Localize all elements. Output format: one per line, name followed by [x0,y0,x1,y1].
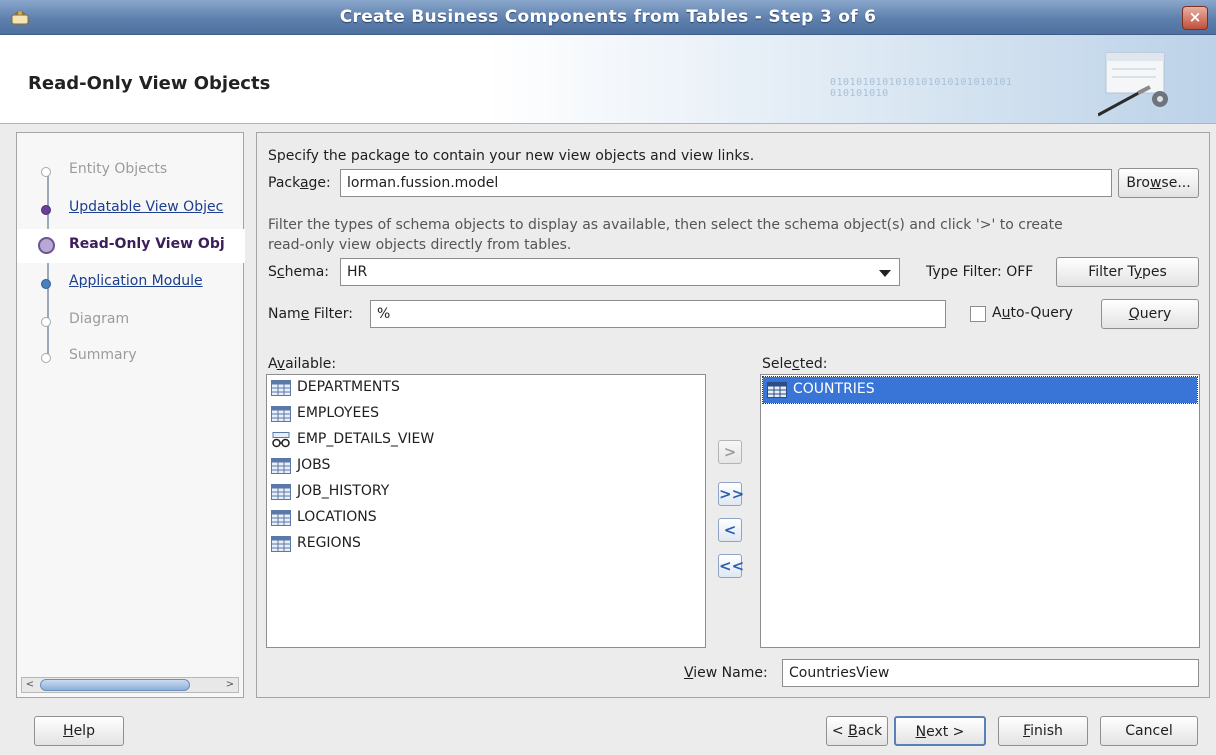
filter-intro-line-1: Filter the types of schema objects to di… [268,217,1063,233]
table-icon [271,536,291,552]
back-button[interactable]: < Back [826,716,888,746]
view-name-input[interactable] [782,659,1199,687]
scroll-right-arrow-icon[interactable]: > [222,678,238,692]
close-window-button[interactable]: × [1182,6,1208,30]
step-indicator-icon [41,167,51,177]
list-item[interactable]: COUNTRIES [762,376,1198,404]
schema-select[interactable]: HR [340,258,900,286]
table-icon [271,406,291,422]
step-diagram: Diagram [17,305,245,337]
step-label: Diagram [69,311,130,327]
type-filter-status: Type Filter: OFF [926,264,1034,280]
scrollbar-thumb[interactable] [40,679,190,691]
list-item[interactable]: LOCATIONS [267,505,705,531]
close-icon: × [1188,8,1202,26]
step-label: Application Module [69,273,203,289]
step-label: Updatable View Objec [69,199,224,215]
filter-intro-line-2: read-only view objects directly from tab… [268,237,572,253]
view-name-label: View Name: [684,665,768,681]
selected-list[interactable]: COUNTRIES [760,374,1200,648]
steps-horizontal-scrollbar[interactable]: < > [21,677,239,693]
name-filter-label: Name Filter: [268,306,353,322]
step-entity-objects: Entity Objects [17,155,245,187]
step-updatable-view-objects[interactable]: Updatable View Objec [17,193,245,225]
next-button[interactable]: Next > [894,716,986,746]
remove-selected-button[interactable]: < [718,518,742,542]
browse-button[interactable]: Browse... [1118,168,1199,198]
chevron-right-icon: > [723,443,737,461]
table-icon [271,510,291,526]
step-application-module[interactable]: Application Module [17,267,245,299]
step-indicator-icon [41,317,51,327]
page-title: Read-Only View Objects [28,73,271,94]
chevron-left-icon: < [723,521,737,539]
wizard-graphic-icon [1098,52,1168,117]
auto-query-label[interactable]: Auto-Query [992,305,1073,321]
step-read-only-view-objects[interactable]: Read-Only View Obj [17,229,245,263]
step-indicator-icon [41,353,51,363]
step-label: Summary [69,347,137,363]
list-item[interactable]: EMPLOYEES [267,401,705,427]
table-icon [767,382,787,398]
step-indicator-icon [41,205,51,215]
query-button[interactable]: Query [1101,299,1199,329]
double-chevron-right-icon: >> [719,485,745,503]
list-item[interactable]: JOB_HISTORY [267,479,705,505]
available-list[interactable]: DEPARTMENTS EMPLOYEES EMP_DETAILS_VIEW J… [266,374,706,648]
add-all-button[interactable]: >> [718,482,745,506]
package-input[interactable] [340,169,1112,197]
scroll-left-arrow-icon[interactable]: < [22,678,38,692]
double-chevron-left-icon: << [719,557,745,575]
current-step-indicator-icon [38,237,55,254]
step-summary: Summary [17,341,245,373]
remove-all-button[interactable]: << [718,554,745,578]
wizard-steps-panel: Entity Objects Updatable View Objec Read… [16,132,245,698]
header-binary-decoration: 0101010101010101010101010101 010101010 [830,77,1013,99]
auto-query-checkbox[interactable] [970,306,986,322]
name-filter-input[interactable] [370,300,946,328]
table-icon [271,380,291,396]
list-item[interactable]: REGIONS [267,531,705,557]
table-icon [271,484,291,500]
selected-label: Selected: [762,356,828,372]
package-label: Package: [268,175,331,191]
view-icon [272,432,290,448]
help-button[interactable]: Help [34,716,124,746]
chevron-down-icon [879,270,891,277]
step-indicator-icon [41,279,51,289]
table-icon [271,458,291,474]
filter-types-button[interactable]: Filter Types [1056,257,1199,287]
list-item[interactable]: EMP_DETAILS_VIEW [267,427,705,453]
title-bar: Create Business Components from Tables -… [0,0,1216,35]
window-title: Create Business Components from Tables -… [339,7,877,27]
wizard-header: Read-Only View Objects 01010101010101010… [0,35,1216,124]
step-label: Read-Only View Obj [69,236,225,252]
add-selected-button[interactable]: > [718,440,742,464]
finish-button[interactable]: Finish [998,716,1088,746]
cancel-button[interactable]: Cancel [1100,716,1198,746]
schema-selected-value: HR [347,264,368,280]
step-label: Entity Objects [69,161,168,177]
schema-label: Schema: [268,264,330,280]
list-item[interactable]: JOBS [267,453,705,479]
package-intro-text: Specify the package to contain your new … [268,148,755,164]
list-item[interactable]: DEPARTMENTS [267,375,705,401]
available-label: Available: [268,356,337,372]
